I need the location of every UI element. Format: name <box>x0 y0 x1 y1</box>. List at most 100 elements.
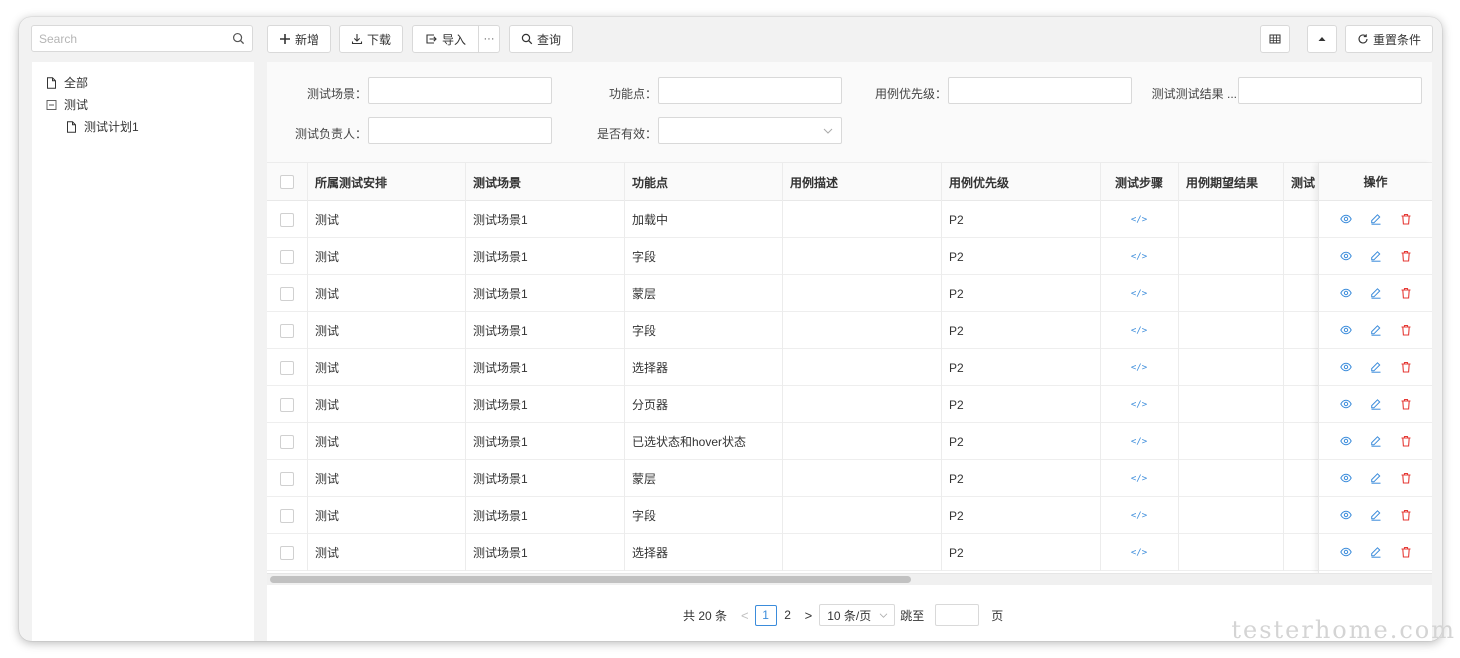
column-header-steps[interactable]: 测试步骤 <box>1100 163 1178 201</box>
column-header-expected[interactable]: 用例期望结果 <box>1178 163 1283 201</box>
prev-page-icon[interactable]: < <box>741 608 749 623</box>
table-row[interactable]: 测试 测试场景1 选择器 P2 </> <box>267 349 1432 386</box>
column-settings-button[interactable] <box>1260 25 1290 53</box>
horizontal-scrollbar[interactable] <box>267 573 1432 585</box>
code-view-icon[interactable]: </> <box>1131 252 1147 262</box>
valid-filter-select[interactable] <box>658 117 842 144</box>
column-header-scene[interactable]: 测试场景 <box>465 163 624 201</box>
delete-icon[interactable] <box>1400 435 1412 447</box>
result-filter-input[interactable] <box>1238 77 1422 104</box>
jump-page-input[interactable] <box>935 604 980 626</box>
view-icon[interactable] <box>1339 509 1352 521</box>
cell-feature: 蒙层 <box>632 287 657 301</box>
column-header-test[interactable]: 测试 <box>1283 163 1323 201</box>
edit-icon[interactable] <box>1370 213 1382 225</box>
table-row[interactable]: 测试 测试场景1 蒙层 P2 </> <box>267 275 1432 312</box>
priority-filter-input[interactable] <box>948 77 1132 104</box>
column-header-desc[interactable]: 用例描述 <box>782 163 941 201</box>
watermark: testerhome.com <box>1231 616 1456 644</box>
download-button[interactable]: 下载 <box>339 25 403 53</box>
edit-icon[interactable] <box>1370 398 1382 410</box>
view-icon[interactable] <box>1339 287 1352 299</box>
code-view-icon[interactable]: </> <box>1131 474 1147 484</box>
table-row[interactable]: 测试 测试场景1 字段 P2 </> <box>267 497 1432 534</box>
delete-icon[interactable] <box>1400 398 1412 410</box>
column-header-feature[interactable]: 功能点 <box>624 163 782 201</box>
row-checkbox[interactable] <box>280 397 294 412</box>
select-all-checkbox[interactable] <box>280 175 294 189</box>
import-button[interactable]: 导入 <box>413 26 479 52</box>
more-button[interactable]: ··· <box>479 26 499 52</box>
code-view-icon[interactable]: </> <box>1131 326 1147 336</box>
edit-icon[interactable] <box>1370 509 1382 521</box>
add-button[interactable]: 新增 <box>267 25 331 53</box>
reset-button[interactable]: 重置条件 <box>1345 25 1433 53</box>
view-icon[interactable] <box>1339 398 1352 410</box>
code-view-icon[interactable]: </> <box>1131 215 1147 225</box>
collapse-filter-button[interactable] <box>1307 25 1337 53</box>
column-header-priority[interactable]: 用例优先级 <box>941 163 1100 201</box>
query-button[interactable]: 查询 <box>509 25 573 53</box>
owner-filter-input[interactable] <box>368 117 552 144</box>
edit-icon[interactable] <box>1370 287 1382 299</box>
row-checkbox[interactable] <box>280 249 294 264</box>
delete-icon[interactable] <box>1400 361 1412 373</box>
search-input[interactable] <box>32 26 222 51</box>
table-row[interactable]: 测试 测试场景1 蒙层 P2 </> <box>267 460 1432 497</box>
table-row[interactable]: 测试 测试场景1 字段 P2 </> <box>267 312 1432 349</box>
table-row[interactable]: 测试 测试场景1 已选状态和hover状态 P2 </> <box>267 423 1432 460</box>
column-header-plan[interactable]: 所属测试安排 <box>307 163 465 201</box>
view-icon[interactable] <box>1339 250 1352 262</box>
row-checkbox[interactable] <box>280 545 294 560</box>
delete-icon[interactable] <box>1400 324 1412 336</box>
tree-item-test[interactable]: 测试 <box>46 96 88 113</box>
row-checkbox[interactable] <box>280 286 294 301</box>
edit-icon[interactable] <box>1370 324 1382 336</box>
view-icon[interactable] <box>1339 435 1352 447</box>
feature-filter-input[interactable] <box>658 77 842 104</box>
table-row[interactable]: 测试 测试场景1 加载中 P2 </> <box>267 201 1432 238</box>
tree-item-all[interactable]: 全部 <box>46 74 88 91</box>
page-size-select[interactable]: 10 条/页 <box>819 604 896 626</box>
row-checkbox[interactable] <box>280 360 294 375</box>
row-checkbox[interactable] <box>280 434 294 449</box>
code-view-icon[interactable]: </> <box>1131 363 1147 373</box>
code-view-icon[interactable]: </> <box>1131 289 1147 299</box>
view-icon[interactable] <box>1339 324 1352 336</box>
view-icon[interactable] <box>1339 213 1352 225</box>
delete-icon[interactable] <box>1400 250 1412 262</box>
view-icon[interactable] <box>1339 546 1352 558</box>
delete-icon[interactable] <box>1400 213 1412 225</box>
edit-icon[interactable] <box>1370 435 1382 447</box>
view-icon[interactable] <box>1339 472 1352 484</box>
edit-icon[interactable] <box>1370 546 1382 558</box>
delete-icon[interactable] <box>1400 472 1412 484</box>
row-checkbox[interactable] <box>280 508 294 523</box>
delete-icon[interactable] <box>1400 546 1412 558</box>
row-checkbox[interactable] <box>280 471 294 486</box>
table-row[interactable]: 测试 测试场景1 字段 P2 </> <box>267 238 1432 275</box>
scrollbar-thumb[interactable] <box>270 576 911 583</box>
delete-icon[interactable] <box>1400 509 1412 521</box>
page-2-button[interactable]: 2 <box>777 605 799 626</box>
search-icon[interactable] <box>232 32 245 45</box>
edit-icon[interactable] <box>1370 250 1382 262</box>
code-view-icon[interactable]: </> <box>1131 400 1147 410</box>
code-view-icon[interactable]: </> <box>1131 511 1147 521</box>
tree-item-test-plan-1[interactable]: 测试计划1 <box>66 118 139 135</box>
scene-filter-input[interactable] <box>368 77 552 104</box>
code-view-icon[interactable]: </> <box>1131 548 1147 558</box>
view-icon[interactable] <box>1339 361 1352 373</box>
row-checkbox[interactable] <box>280 212 294 227</box>
table-row[interactable]: 测试 测试场景1 选择器 P2 </> <box>267 534 1432 571</box>
code-view-icon[interactable]: </> <box>1131 437 1147 447</box>
collapse-square-icon[interactable] <box>46 99 57 111</box>
row-checkbox[interactable] <box>280 323 294 338</box>
cell-priority: P2 <box>949 249 964 264</box>
edit-icon[interactable] <box>1370 361 1382 373</box>
table-row[interactable]: 测试 测试场景1 分页器 P2 </> <box>267 386 1432 423</box>
delete-icon[interactable] <box>1400 287 1412 299</box>
page-1-button[interactable]: 1 <box>754 604 777 626</box>
next-page-icon[interactable]: > <box>805 608 813 623</box>
edit-icon[interactable] <box>1370 472 1382 484</box>
